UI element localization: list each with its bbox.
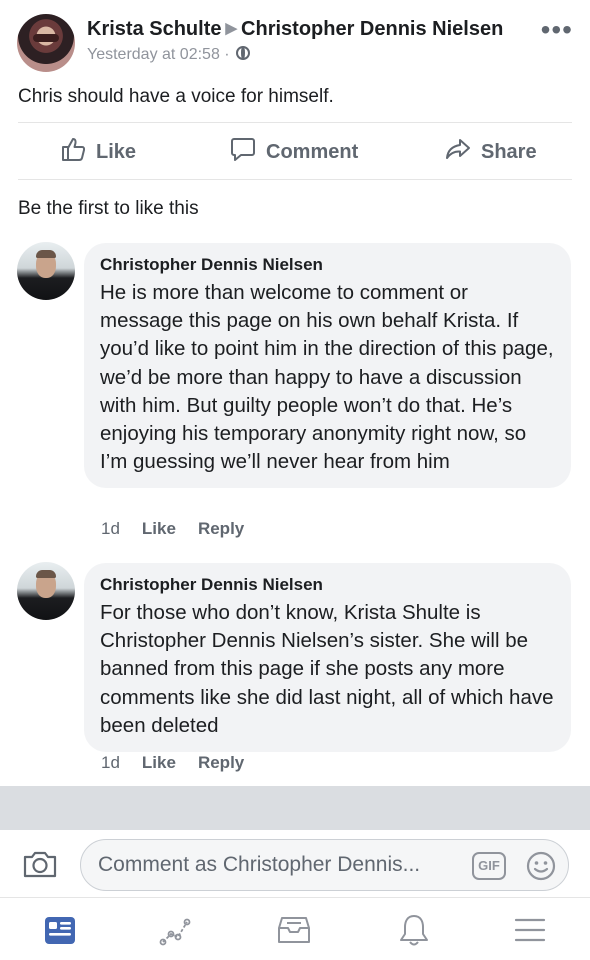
post-author-name[interactable]: Krista Schulte [87,18,221,40]
commenter-avatar[interactable] [17,562,75,620]
commenter-name[interactable]: Christopher Dennis Nielsen [100,574,555,596]
activity-icon[interactable] [158,912,194,948]
more-icon[interactable]: ••• [541,16,573,44]
emoji-icon[interactable] [526,851,556,886]
post-timestamp[interactable]: Yesterday at 02:58 · [87,46,230,63]
inbox-icon[interactable] [276,912,312,948]
comment-input[interactable]: Comment as Christopher Dennis... GIF [80,839,569,891]
like-button[interactable]: Like [60,123,136,181]
commenter-name[interactable]: Christopher Dennis Nielsen [100,254,555,276]
gif-icon[interactable]: GIF [472,852,506,880]
bottom-navigation [0,898,590,960]
post-text: Chris should have a voice for himself. [18,86,334,107]
comment-body: For those who don’t know, Krista Shulte … [100,601,554,737]
comment-like-button[interactable]: Like [142,519,176,538]
comment-reply-button[interactable]: Reply [198,753,244,772]
comment-meta: 1d Like Reply [101,753,266,773]
comment-age[interactable]: 1d [101,753,120,772]
post-author-line: Krista Schulte ▶ Christopher Dennis Nielse… [87,18,503,41]
section-divider [0,786,590,830]
comment-button[interactable]: Comment [230,123,358,181]
thumbs-up-icon [60,136,86,168]
comment-bubble-icon [230,136,256,168]
post-header: Krista Schulte ▶ Christopher Dennis Nielse… [0,0,590,80]
comment-meta: 1d Like Reply [101,519,266,539]
post-timestamp-line: Yesterday at 02:58 · [87,46,251,64]
menu-icon[interactable] [512,912,548,948]
comment-age[interactable]: 1d [101,519,120,538]
post-target-page[interactable]: Christopher Dennis Nielsen [241,18,503,40]
share-arrow-icon [445,136,471,168]
comment-body: He is more than welcome to comment or me… [100,281,554,474]
comment-bubble: Christopher Dennis Nielsen He is more th… [84,243,571,489]
share-button[interactable]: Share [445,123,537,181]
comment-like-button[interactable]: Like [142,753,176,772]
comment-label: Comment [266,140,359,163]
shared-to-arrow-icon: ▶ [225,20,238,37]
like-label: Like [96,140,137,163]
comment-input-placeholder: Comment as Christopher Dennis... [98,853,421,876]
comment-bubble: Christopher Dennis Nielsen For those who… [84,563,571,753]
camera-icon[interactable] [22,849,58,884]
share-label: Share [481,140,537,163]
post-action-bar: Like Comment Share [18,122,572,180]
news-feed-icon[interactable] [42,912,78,948]
reactions-summary[interactable]: Be the first to like this [18,198,199,220]
commenter-avatar[interactable] [17,242,75,300]
comment-compose-bar: Comment as Christopher Dennis... GIF [0,830,590,898]
notifications-icon[interactable] [396,912,432,948]
author-avatar[interactable] [17,14,75,72]
globe-icon [236,46,251,60]
comment-reply-button[interactable]: Reply [198,519,244,538]
